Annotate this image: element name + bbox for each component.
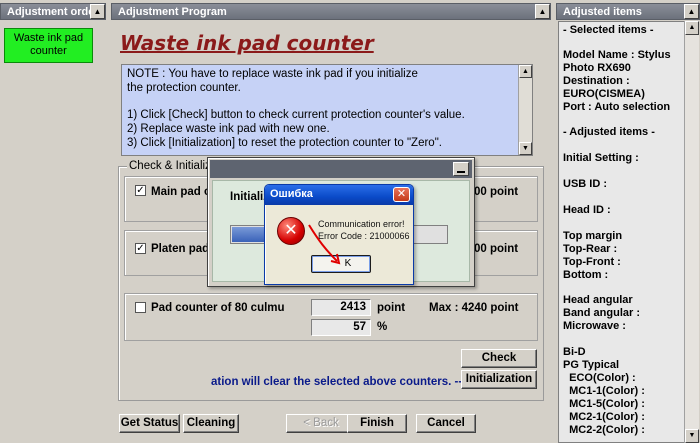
- error-dialog: Ошибка ✕ ✕ Communication error! Error Co…: [264, 184, 414, 285]
- adjusted-items-list: - Selected items - Model Name : Stylus P…: [558, 21, 696, 443]
- platen-pad-max: 00 point: [474, 243, 519, 255]
- adjusted-item-line: Model Name : Stylus: [563, 49, 671, 61]
- note-line: 2) Replace waste ink pad with new one.: [127, 123, 330, 135]
- adjusted-item-line: MC2-1(Color) :: [563, 411, 645, 423]
- progress-dialog-titlebar: [210, 160, 472, 178]
- minimize-icon[interactable]: [453, 162, 469, 176]
- pad-counter-80-percent: 57: [311, 319, 371, 336]
- adjusted-item-line: Port : Auto selection: [563, 101, 671, 113]
- pad-counter-80-unit: point: [377, 302, 406, 314]
- scroll-down-icon[interactable]: ▼: [685, 429, 699, 443]
- note-line: the protection counter.: [127, 82, 241, 94]
- close-icon[interactable]: ✕: [393, 187, 410, 202]
- adjusted-item-line: EURO(CISMEA): [563, 88, 645, 100]
- pad-counter-80-max: Max : 4240 point: [429, 302, 519, 314]
- adjusted-item-line: Microwave :: [563, 320, 626, 332]
- pad-counter-80-percent-unit: %: [377, 321, 388, 333]
- adjusted-item-line: Destination :: [563, 75, 630, 87]
- adjusted-item-line: Photo RX690: [563, 62, 631, 74]
- adjusted-item-line: Band angular :: [563, 307, 641, 319]
- error-icon: ✕: [277, 217, 305, 245]
- adjusted-item-line: Top-Front :: [563, 256, 621, 268]
- right-panel-title-text: Adjusted items: [563, 6, 642, 18]
- note-line: 3) Click [Initialization] to reset the p…: [127, 137, 442, 149]
- check-button[interactable]: Check: [461, 349, 537, 368]
- adjusted-item-line: PG Typical: [563, 359, 620, 371]
- pad-counter-80-value: 2413: [311, 299, 371, 316]
- adjusted-item-line: Initial Setting :: [563, 152, 639, 164]
- adjusted-item-line: Bottom :: [563, 269, 609, 281]
- adjustment-item-waste-ink-pad[interactable]: Waste ink pad counter: [4, 28, 93, 63]
- adjusted-item-line: ECO(Color) :: [563, 372, 636, 384]
- adjusted-item-line: Bi-D: [563, 346, 586, 358]
- center-panel-title-text: Adjustment Program: [118, 6, 227, 18]
- error-dialog-title: Ошибка: [270, 188, 313, 200]
- pad-counter-80-checkbox[interactable]: [135, 302, 146, 313]
- scroll-up-icon[interactable]: ▲: [685, 21, 699, 35]
- platen-pad-label: Platen pad: [151, 243, 210, 255]
- left-panel-title-text: Adjustment order: [7, 6, 99, 18]
- note-line: NOTE : You have to replace waste ink pad…: [127, 68, 418, 80]
- pad-counter-80-label: Pad counter of 80 culmu: [151, 302, 285, 314]
- adjusted-item-line: Top margin: [563, 230, 623, 242]
- adjusted-item-line: MC2-2(Color) :: [563, 424, 645, 436]
- adjusted-item-line: USB ID :: [563, 178, 607, 190]
- adjustment-order-panel: Waste ink pad counter: [0, 20, 106, 443]
- left-panel-collapse-icon[interactable]: ▲: [90, 4, 105, 19]
- right-panel-title: Adjusted items ▲: [556, 3, 700, 20]
- check-initialize-group-label: Check & Initializ: [127, 160, 213, 172]
- adjusted-item-line: Head angular: [563, 294, 633, 306]
- finish-button[interactable]: Finish: [347, 414, 407, 433]
- cancel-button[interactable]: Cancel: [416, 414, 476, 433]
- main-pad-checkbox[interactable]: ✓: [135, 185, 146, 196]
- note-line: 1) Click [Check] button to check current…: [127, 109, 465, 121]
- initialization-button[interactable]: Initialization: [461, 370, 537, 389]
- platen-pad-checkbox[interactable]: ✓: [135, 243, 146, 254]
- red-arrow-annotation: [308, 224, 341, 265]
- scroll-down-icon[interactable]: ▼: [519, 142, 532, 155]
- adjustment-item-label: Waste ink pad: [13, 32, 84, 44]
- adjusted-item-line: Head ID :: [563, 204, 611, 216]
- main-pad-label: Main pad c: [151, 186, 211, 198]
- adjustment-item-label: counter: [30, 45, 67, 57]
- adjusted-item-line: MC1-1(Color) :: [563, 385, 645, 397]
- scroll-up-icon[interactable]: ▲: [519, 65, 532, 78]
- get-status-button[interactable]: Get Status: [119, 414, 180, 433]
- cleaning-button[interactable]: Cleaning: [183, 414, 239, 433]
- note-scrollbar[interactable]: ▲ ▼: [518, 65, 532, 155]
- center-panel-title: Adjustment Program ▲: [111, 3, 551, 20]
- adjusted-items-scrollbar[interactable]: ▲ ▼: [684, 21, 699, 443]
- adjusted-item-line: - Selected items -: [563, 24, 654, 36]
- adjusted-item-line: Top-Rear :: [563, 243, 618, 255]
- initialization-note: ation will clear the selected above coun…: [211, 376, 469, 388]
- note-box: NOTE : You have to replace waste ink pad…: [121, 64, 533, 156]
- center-panel-collapse-icon[interactable]: ▲: [535, 4, 550, 19]
- right-panel-collapse-icon[interactable]: ▲: [684, 4, 699, 19]
- back-button[interactable]: < Back: [286, 414, 356, 433]
- adjusted-item-line: - Adjusted items -: [563, 126, 655, 138]
- page-title: Waste ink pad counter: [120, 31, 374, 55]
- left-panel-title: Adjustment order ▲: [0, 3, 106, 20]
- main-pad-max: 00 point: [474, 186, 519, 198]
- adjusted-item-line: MC1-5(Color) :: [563, 398, 645, 410]
